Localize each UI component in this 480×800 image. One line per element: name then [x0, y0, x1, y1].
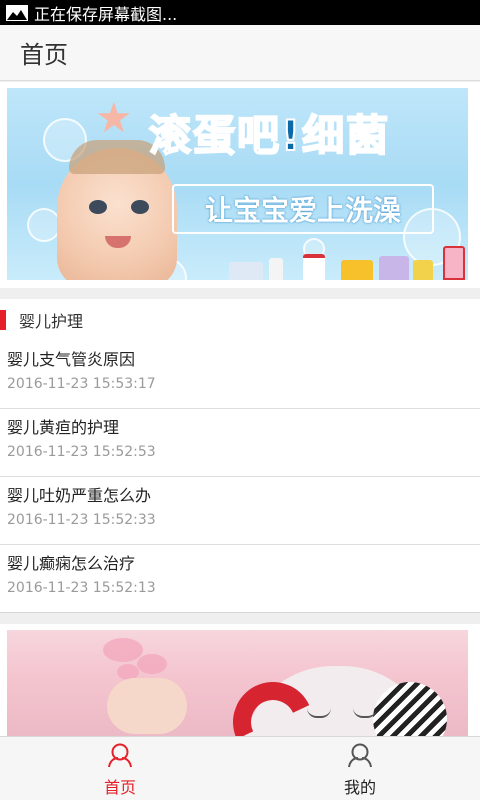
promo-banner[interactable]: ★ 滚蛋吧!细菌 让宝宝爱上洗澡 — [7, 88, 468, 280]
list-item[interactable]: 婴儿支气管炎原因 2016-11-23 15:53:17 — [0, 341, 480, 409]
article-title: 婴儿支气管炎原因 — [7, 350, 136, 369]
list-item[interactable]: 婴儿黄疸的护理 2016-11-23 15:52:53 — [0, 409, 480, 477]
page-title: 首页 — [20, 41, 68, 69]
list-item[interactable]: 婴儿吐奶严重怎么办 2016-11-23 15:52:33 — [0, 477, 480, 545]
tab-home[interactable]: 首页 — [0, 737, 240, 800]
baby-hand — [107, 678, 187, 734]
promo-banner-2[interactable] — [7, 630, 468, 736]
tab-mine[interactable]: 我的 — [240, 737, 480, 800]
article-title: 婴儿吐奶严重怎么办 — [7, 486, 152, 505]
section-accent-bar — [0, 310, 6, 330]
product-bottles — [229, 246, 465, 280]
section-title: 婴儿护理 — [19, 312, 84, 331]
list-item[interactable]: 婴儿癫痫怎么治疗 2016-11-23 15:52:13 — [0, 545, 480, 613]
product-bottle — [303, 254, 325, 280]
article-time: 2016-11-23 15:53:17 — [7, 376, 156, 392]
product-bottle — [229, 262, 263, 280]
content-scroll[interactable]: ★ 滚蛋吧!细菌 让宝宝爱上洗澡 婴儿护理 婴儿支气管炎原因 2016-11-2… — [0, 82, 480, 736]
bottom-tab-bar: 首页 我的 — [0, 736, 480, 800]
image-icon — [6, 4, 28, 21]
bubble-decoration — [27, 208, 61, 242]
article-title: 婴儿癫痫怎么治疗 — [7, 554, 136, 573]
app-header: 首页 — [0, 25, 480, 81]
product-bottle — [341, 260, 373, 280]
article-time: 2016-11-23 15:52:13 — [7, 580, 156, 596]
status-bar: 正在保存屏幕截图... — [0, 0, 480, 25]
status-notification-text: 正在保存屏幕截图... — [34, 4, 178, 24]
tab-label: 首页 — [103, 778, 136, 797]
product-bottle — [413, 260, 433, 280]
baby-eye — [131, 200, 149, 214]
star-icon: ★ — [95, 93, 133, 142]
section-header: 婴儿护理 — [0, 299, 480, 341]
product-bottle — [443, 246, 465, 280]
product-bottle — [269, 258, 283, 280]
blossom-decoration — [137, 654, 167, 674]
baby-eye — [89, 200, 107, 214]
person-icon — [347, 742, 373, 768]
blossom-decoration — [103, 638, 143, 662]
article-title: 婴儿黄疸的护理 — [7, 418, 120, 437]
tab-label: 我的 — [343, 778, 376, 797]
article-time: 2016-11-23 15:52:53 — [7, 444, 156, 460]
product-bottle — [379, 256, 409, 280]
banner-container: ★ 滚蛋吧!细菌 让宝宝爱上洗澡 — [0, 82, 480, 288]
section-divider — [0, 613, 480, 624]
banner-subline: 让宝宝爱上洗澡 — [172, 184, 434, 234]
banner-headline: 滚蛋吧!细菌 — [148, 110, 391, 161]
section-divider — [0, 288, 480, 299]
baby-care-section: 婴儿护理 婴儿支气管炎原因 2016-11-23 15:53:17 婴儿黄疸的护… — [0, 299, 480, 613]
banner-container — [0, 624, 480, 736]
article-time: 2016-11-23 15:52:33 — [7, 512, 156, 528]
person-icon — [107, 742, 133, 768]
